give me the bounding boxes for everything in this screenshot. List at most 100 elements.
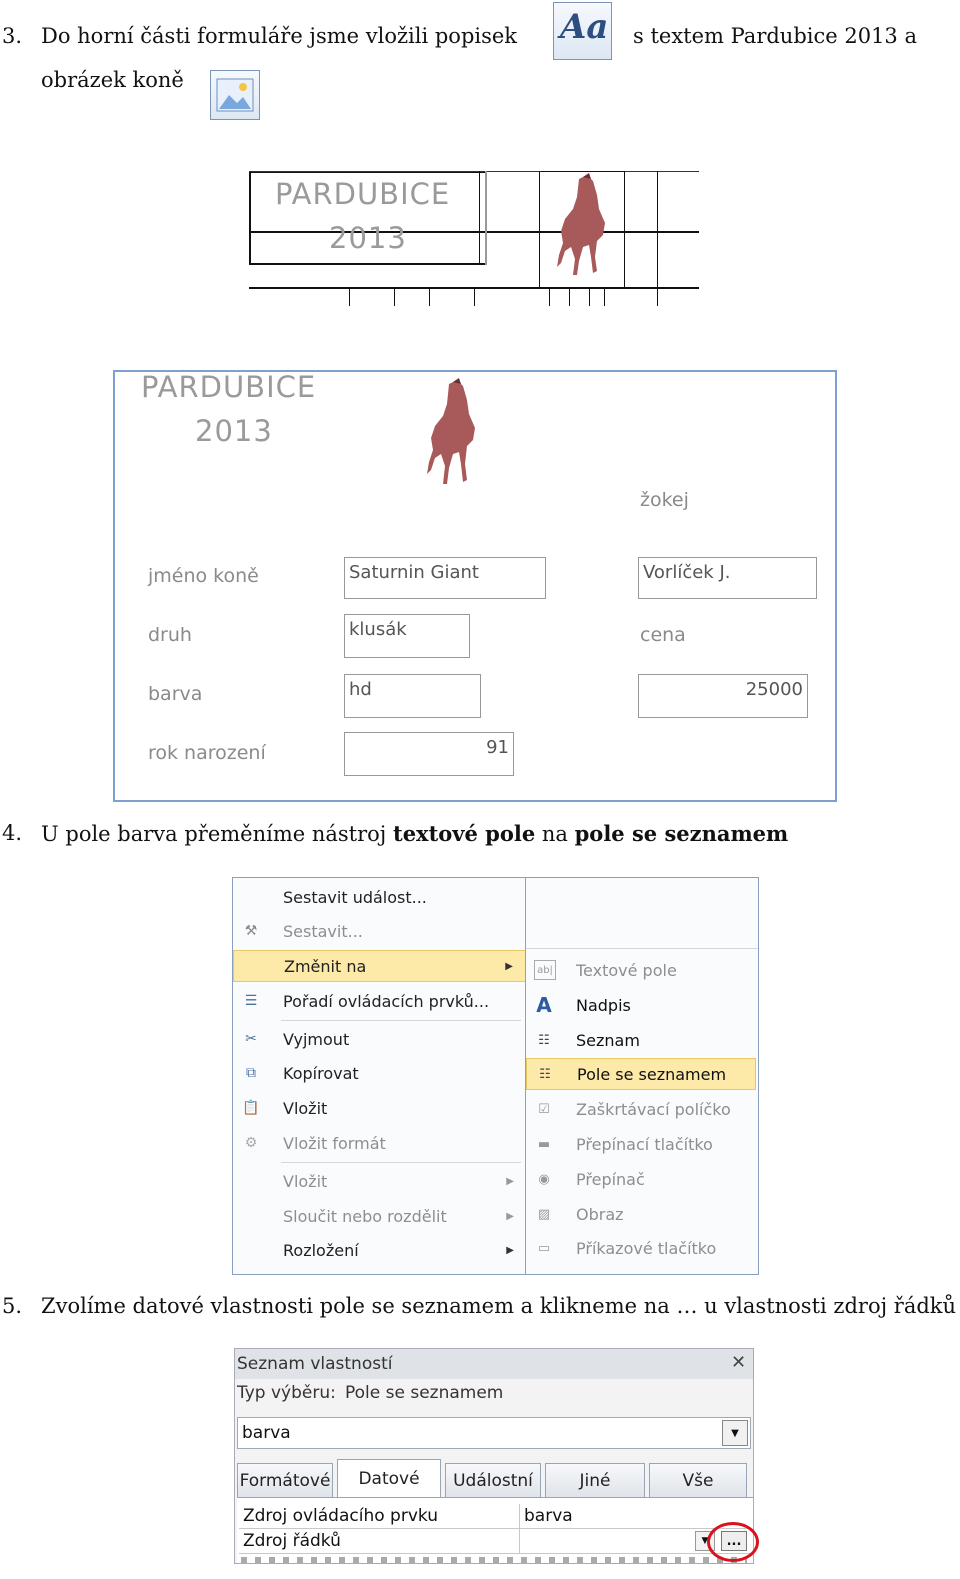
tab-event[interactable]: Událostní xyxy=(445,1463,541,1497)
menu-item-paste-format[interactable]: ⚙ Vložit formát xyxy=(233,1127,526,1159)
submenu-item-image[interactable]: ▨ Obraz xyxy=(526,1198,756,1230)
cut-off-row xyxy=(241,1557,747,1563)
step4-sentence: U pole barva přeměníme nástroj textové p… xyxy=(41,821,788,846)
tab-all[interactable]: Vše xyxy=(649,1463,747,1497)
design-view-grid: PARDUBICE 2013 xyxy=(249,171,699,306)
form-title-line1: PARDUBICE xyxy=(141,370,317,404)
object-selector[interactable]: barva ▼ xyxy=(237,1417,751,1449)
label-birth-year: rok narození xyxy=(148,742,266,764)
horse-image-design xyxy=(549,171,619,286)
menu-label: Vložit xyxy=(283,1098,328,1118)
context-menu: Sestavit událost... ⚒ Sestavit... Změnit… xyxy=(232,877,527,1275)
menu-label: Rozložení xyxy=(283,1240,359,1260)
step3-text-a: Do horní části formuláře jsme vložili po… xyxy=(41,24,518,48)
label-breed: druh xyxy=(148,624,192,646)
submenu-arrow-icon: ▶ xyxy=(505,960,513,972)
field-birth-year[interactable]: 91 xyxy=(344,732,514,776)
command-button-icon: ▭ xyxy=(537,1240,551,1256)
submenu-item-radio[interactable]: ◉ Přepínač xyxy=(526,1163,756,1195)
combobox-icon: ☷ xyxy=(539,1066,551,1082)
label-horse-name: jméno koně xyxy=(148,565,259,587)
step3-number: 3. xyxy=(2,24,23,48)
design-title-line2: 2013 xyxy=(329,221,407,255)
tab-data[interactable]: Datové xyxy=(337,1459,441,1497)
object-selector-value: barva xyxy=(242,1423,291,1443)
toggle-icon: ▬ xyxy=(537,1136,551,1152)
field-breed[interactable]: klusák xyxy=(344,614,470,658)
menu-label: Sestavit... xyxy=(283,921,363,941)
submenu-arrow-icon: ▶ xyxy=(506,1175,514,1187)
step5-number: 5. xyxy=(2,1294,23,1318)
submenu-item-textbox[interactable]: ab| Textové pole xyxy=(526,954,756,986)
menu-item-paste[interactable]: 📋 Vložit xyxy=(233,1092,526,1124)
design-title-line1: PARDUBICE xyxy=(275,177,451,211)
step4-bold-a: textové pole xyxy=(393,821,536,846)
submenu-arrow-icon: ▶ xyxy=(506,1244,514,1256)
textbox-icon: ab| xyxy=(534,960,556,980)
label-price: cena xyxy=(640,624,686,646)
submenu-label: Příkazové tlačítko xyxy=(576,1238,717,1258)
highlight-circle xyxy=(707,1522,759,1562)
form-view: PARDUBICE 2013 žokej jméno koně Saturnin… xyxy=(113,370,837,802)
submenu-label: Obraz xyxy=(576,1204,624,1224)
menu-label: Vložit xyxy=(283,1171,328,1191)
menu-label: Kopírovat xyxy=(283,1063,359,1083)
submenu-label: Textové pole xyxy=(576,960,677,980)
label-tool-glyph: Aa xyxy=(560,7,609,47)
submenu-label: Pole se seznamem xyxy=(577,1064,727,1084)
menu-item-build[interactable]: ⚒ Sestavit... xyxy=(233,915,526,947)
prop-key: Zdroj řádků xyxy=(243,1531,341,1551)
step4-number: 4. xyxy=(2,821,23,845)
horse-image-form xyxy=(423,376,489,494)
submenu-item-command-button[interactable]: ▭ Příkazové tlačítko xyxy=(526,1232,756,1264)
property-sheet: Seznam vlastností ✕ Typ výběru: Pole se … xyxy=(234,1348,754,1564)
step4-text-a: U pole barva přeměníme nástroj xyxy=(41,822,387,846)
paste-icon: 📋 xyxy=(242,1100,260,1116)
listbox-icon: ☷ xyxy=(538,1032,550,1048)
prop-key: Zdroj ovládacího prvku xyxy=(243,1506,438,1526)
menu-item-cut[interactable]: ✂ Vyjmout xyxy=(233,1023,526,1055)
label-tool-icon: Aa xyxy=(553,2,612,60)
step3-text-b: s textem Pardubice 2013 a xyxy=(633,24,917,48)
prop-row-row-source[interactable]: Zdroj řádků ▼ ... xyxy=(239,1529,751,1554)
image-icon: ▨ xyxy=(537,1206,551,1222)
submenu-item-combobox[interactable]: ☷ Pole se seznamem xyxy=(526,1058,756,1090)
submenu-item-label[interactable]: A Nadpis xyxy=(526,989,756,1021)
selection-type-label: Typ výběru: xyxy=(237,1383,336,1403)
submenu-label: Zaškrtávací políčko xyxy=(576,1099,731,1119)
field-jockey[interactable]: Vorlíček J. xyxy=(638,557,817,599)
menu-separator xyxy=(281,1162,521,1163)
field-color[interactable]: hd xyxy=(344,674,481,718)
prop-row-control-source[interactable]: Zdroj ovládacího prvku barva xyxy=(239,1504,751,1529)
menu-separator xyxy=(281,1020,521,1021)
chevron-down-icon[interactable]: ▼ xyxy=(722,1420,748,1446)
submenu-item-checkbox[interactable]: ☑ Zaškrtávací políčko xyxy=(526,1093,756,1125)
image-tool-icon xyxy=(210,70,260,120)
submenu-top-area xyxy=(526,878,758,949)
label-icon: A xyxy=(536,993,552,1017)
menu-label: Sestavit událost... xyxy=(283,887,427,907)
label-color: barva xyxy=(148,683,203,705)
menu-item-tab-order[interactable]: ☰ Pořadí ovládacích prvků... xyxy=(233,985,526,1017)
property-sheet-title: Seznam vlastností xyxy=(237,1354,393,1374)
tab-order-icon: ☰ xyxy=(244,993,258,1009)
menu-item-merge-split[interactable]: Sloučit nebo rozdělit ▶ xyxy=(233,1200,526,1232)
step3-text-c: obrázek koně xyxy=(41,68,184,92)
submenu-item-listbox[interactable]: ☷ Seznam xyxy=(526,1024,756,1056)
radio-icon: ◉ xyxy=(538,1171,550,1187)
tab-other[interactable]: Jiné xyxy=(545,1463,645,1497)
menu-label: Vyjmout xyxy=(283,1029,350,1049)
wand-icon: ⚒ xyxy=(244,923,258,939)
close-icon[interactable]: ✕ xyxy=(731,1352,746,1373)
menu-item-copy[interactable]: ⧉ Kopírovat xyxy=(233,1057,526,1089)
form-title-line2: 2013 xyxy=(195,414,273,448)
menu-item-change-to[interactable]: Změnit na ▶ xyxy=(233,950,526,982)
selection-type-value: Pole se seznamem xyxy=(345,1383,504,1403)
menu-item-insert[interactable]: Vložit ▶ xyxy=(233,1165,526,1197)
field-price[interactable]: 25000 xyxy=(638,674,808,718)
field-horse-name[interactable]: Saturnin Giant xyxy=(344,557,546,599)
menu-item-build-event[interactable]: Sestavit událost... xyxy=(233,881,526,913)
tab-format[interactable]: Formátové xyxy=(237,1463,333,1497)
submenu-item-toggle[interactable]: ▬ Přepínací tlačítko xyxy=(526,1128,756,1160)
menu-item-layout[interactable]: Rozložení ▶ xyxy=(233,1234,526,1266)
